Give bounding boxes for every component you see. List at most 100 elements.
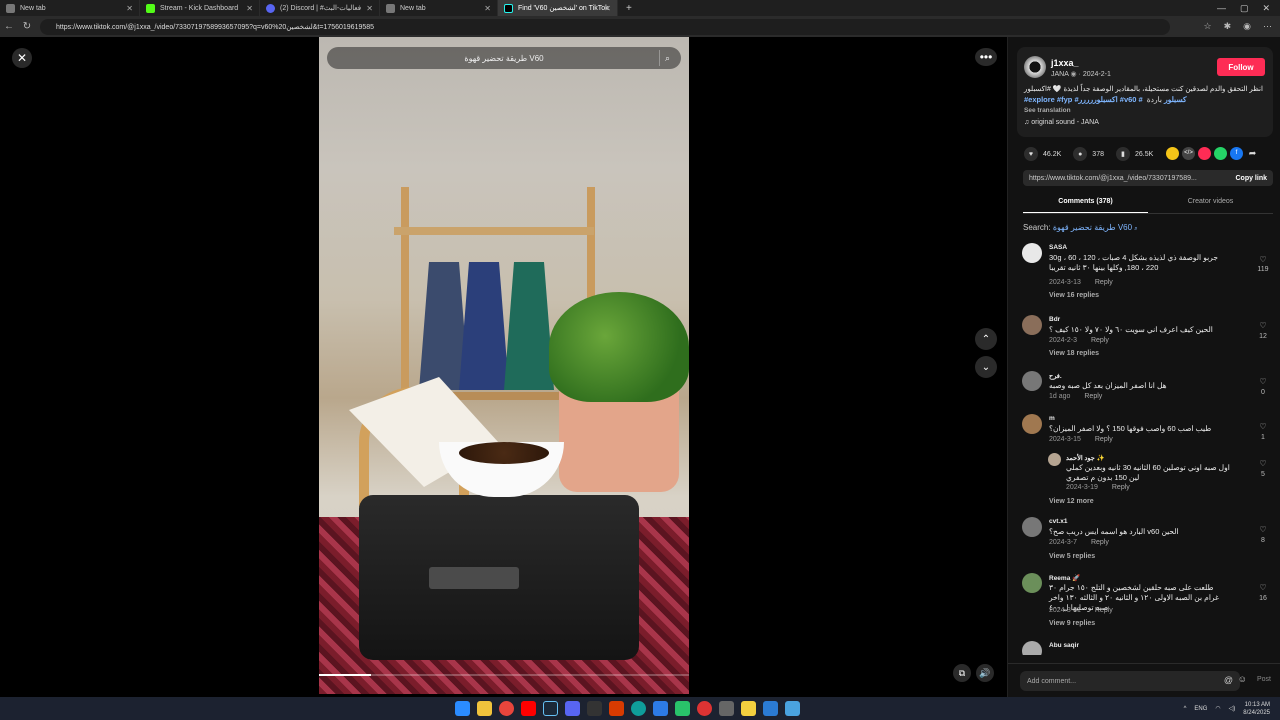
close-viewer-button[interactable]: ✕ [12,48,32,68]
windows-start-icon[interactable] [455,701,470,716]
post-button[interactable]: Post [1257,676,1271,683]
extensions-icon[interactable]: ✱ [1224,21,1232,32]
video-progress-bar[interactable] [319,674,689,676]
share-arrow-icon[interactable]: ➦ [1246,147,1259,160]
mention-icon[interactable]: @ [1224,675,1233,685]
more-options-button[interactable]: ••• [975,48,997,66]
discord-icon[interactable] [565,701,580,716]
comment-heart-icon[interactable]: ♡ [1256,255,1270,264]
video-player[interactable]: طريقة تحضير قهوة V60 ⌕ [319,37,689,694]
view-replies-button[interactable]: View 16 replies [1049,292,1099,299]
commenter-name[interactable]: Bdr [1049,316,1060,323]
video-search-bar[interactable]: طريقة تحضير قهوة V60 ⌕ [327,47,681,69]
see-translation-link[interactable]: See translation [1024,107,1071,114]
copy-link-button[interactable]: Copy link [1235,175,1267,182]
commenter-name[interactable]: فرح. [1049,372,1062,380]
tab-kick-dashboard[interactable]: Stream - Kick Dashboard ✕ [140,0,260,16]
photos-icon[interactable] [785,701,800,716]
comment-heart-icon[interactable]: ♡ [1256,459,1270,468]
commenter-name[interactable]: SASA [1049,244,1067,251]
vscode-icon[interactable] [763,701,778,716]
speaker-icon[interactable]: ◁) [1229,705,1236,712]
hashtags[interactable]: #explore #fyp #اكسبلوررررر #v60 #كسبلور … [1024,95,1187,104]
follow-button[interactable]: Follow [1217,58,1265,76]
file-explorer-icon[interactable] [477,701,492,716]
tab-close-icon[interactable]: ✕ [366,4,373,13]
reply-button[interactable]: Reply [1095,436,1113,443]
commenter-avatar[interactable] [1022,517,1042,537]
url-input[interactable]: https://www.tiktok.com/@j1xxa_/video/733… [40,19,1170,35]
author-avatar[interactable] [1024,56,1046,78]
tab-discord[interactable]: (2) Discord | #فعاليات-البث ✕ [260,0,380,16]
captions-button[interactable]: ⧉ [953,664,971,682]
settings-icon[interactable] [719,701,734,716]
emoji-icon[interactable]: ☺ [1238,674,1247,684]
coin-icon[interactable] [1166,147,1179,160]
comment-heart-icon[interactable]: ♡ [1256,321,1270,330]
comment-input[interactable]: Add comment... [1020,671,1240,691]
commenter-name[interactable]: Reema 🚀 [1049,574,1080,582]
commenter-avatar[interactable] [1048,453,1061,466]
reload-icon[interactable]: ↻ [18,21,36,32]
commenter-avatar[interactable] [1022,371,1042,391]
commenter-avatar[interactable] [1022,641,1042,655]
minimize-icon[interactable]: — [1217,3,1226,13]
youtube-icon[interactable] [521,701,536,716]
sound-link[interactable]: ♫ original sound - JANA [1024,119,1099,126]
close-window-icon[interactable]: ✕ [1262,3,1270,14]
tab-close-icon[interactable]: ✕ [604,4,611,13]
commenter-name[interactable]: cvt.x1 [1049,518,1067,525]
security-icon[interactable] [653,701,668,716]
comment-heart-icon[interactable]: ♡ [1256,377,1270,386]
commenter-name[interactable]: m [1049,415,1055,422]
edge-icon[interactable] [631,701,646,716]
author-handle[interactable]: j1xxa_ [1051,58,1079,68]
reply-button[interactable]: Reply [1091,337,1109,344]
commenter-avatar[interactable] [1022,573,1042,593]
whatsapp-icon[interactable] [1214,147,1227,160]
clock[interactable]: 10:13 AM 8/24/2025 [1243,701,1270,717]
comment-heart-icon[interactable]: ♡ [1256,422,1270,431]
volume-button[interactable]: 🔊 [976,664,994,682]
office-icon[interactable] [609,701,624,716]
record-app-icon[interactable] [697,701,712,716]
like-stat[interactable]: ♥ 46.2K [1024,147,1061,161]
tab-close-icon[interactable]: ✕ [484,4,491,13]
new-tab-icon[interactable]: + [626,3,632,14]
related-search[interactable]: Search: طريقة تحضير قهوة V60 ⌕ [1023,223,1138,233]
comment-heart-icon[interactable]: ♡ [1256,583,1270,592]
commenter-avatar[interactable] [1022,315,1042,335]
notes-icon[interactable] [741,701,756,716]
tab-new-1[interactable]: New tab ✕ [0,0,140,16]
profile-icon[interactable]: ◉ [1243,21,1251,32]
view-replies-button[interactable]: View 9 replies [1049,620,1095,627]
pen-app-icon[interactable] [587,701,602,716]
chrome-icon[interactable] [499,701,514,716]
tray-chevron-icon[interactable]: ^ [1184,706,1187,712]
commenter-avatar[interactable] [1022,414,1042,434]
tab-creator-videos[interactable]: Creator videos [1148,194,1273,213]
comment-stat[interactable]: ● 378 [1073,147,1104,161]
reply-button[interactable]: Reply [1084,393,1102,400]
commenter-avatar[interactable] [1022,243,1042,263]
tab-new-2[interactable]: New tab ✕ [380,0,498,16]
view-replies-button[interactable]: View 5 replies [1049,553,1095,560]
view-more-button[interactable]: View 12 more [1049,498,1094,505]
maximize-icon[interactable]: ▢ [1240,3,1249,14]
embed-icon[interactable]: </> [1182,147,1195,160]
steam-icon[interactable] [543,701,558,716]
facebook-icon[interactable]: f [1230,147,1243,160]
lang-indicator[interactable]: ENG [1194,706,1207,712]
tab-comments[interactable]: Comments (378) [1023,194,1148,213]
next-video-button[interactable]: ⌄ [975,356,997,378]
reply-button[interactable]: Reply [1095,607,1113,614]
tab-tiktok[interactable]: Find 'V60 لشخصين' on TikTok ✕ [498,0,618,16]
save-stat[interactable]: ▮ 26.5K [1115,147,1153,161]
commenter-name[interactable]: جود الأحمد ✨ [1066,454,1105,462]
menu-dots-icon[interactable]: ⋯ [1263,21,1272,32]
commenter-name[interactable]: Abu saqir [1049,642,1079,649]
tab-close-icon[interactable]: ✕ [126,4,133,13]
send-icon[interactable] [1198,147,1211,160]
bookmark-star-icon[interactable]: ☆ [1204,21,1212,32]
tab-close-icon[interactable]: ✕ [246,4,253,13]
